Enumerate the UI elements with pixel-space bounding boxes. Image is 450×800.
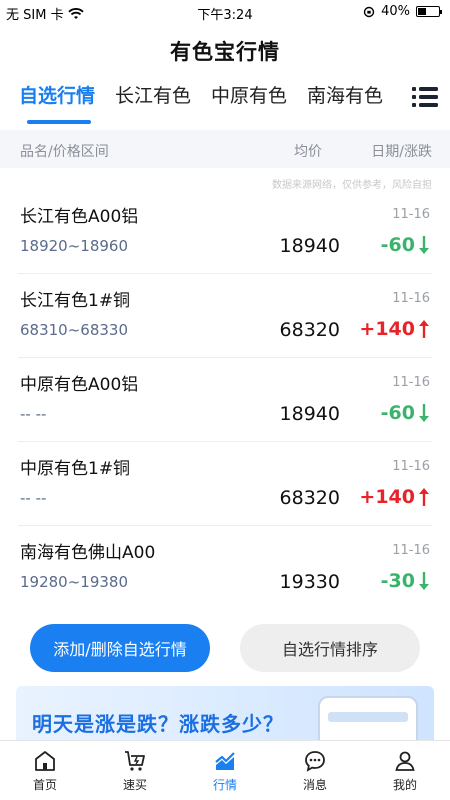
user-icon bbox=[395, 751, 415, 771]
column-name: 品名/价格区间 bbox=[20, 144, 109, 160]
quote-date: 11-16 bbox=[392, 375, 430, 390]
tab-watchlist[interactable]: 自选行情 bbox=[0, 76, 105, 122]
quote-change: -60 bbox=[381, 402, 430, 424]
sort-watchlist-button[interactable]: 自选行情排序 bbox=[240, 624, 420, 672]
phone-illustration-bar bbox=[328, 712, 408, 722]
quote-date: 11-16 bbox=[392, 291, 430, 306]
status-bar: 无 SIM 卡 下午3:24 40% bbox=[0, 0, 450, 24]
market-tabs: 自选行情 长江有色 中原有色 南海有色 bbox=[0, 76, 400, 122]
quote-range: -- -- bbox=[20, 405, 47, 423]
tabbar-label: 首页 bbox=[32, 777, 57, 792]
change-value: -30 bbox=[380, 570, 415, 592]
arrow-icon bbox=[419, 572, 429, 590]
change-value: -60 bbox=[380, 234, 415, 256]
quote-range: 19280~19380 bbox=[20, 573, 129, 591]
change-value: +140 bbox=[359, 486, 415, 508]
banner-text: 明天是涨是跌？涨跌多少？ bbox=[32, 712, 284, 736]
quote-date: 11-16 bbox=[392, 207, 430, 222]
quote-change: +140 bbox=[359, 318, 430, 340]
tabbar-label: 行情 bbox=[212, 777, 237, 792]
page-title: 有色宝行情 bbox=[170, 40, 280, 64]
quote-range: 68310~68330 bbox=[20, 321, 129, 339]
tab-zhongyuan[interactable]: 中原有色 bbox=[201, 76, 297, 122]
quote-date: 11-16 bbox=[392, 543, 430, 558]
message-icon bbox=[305, 750, 325, 772]
tabbar-label: 速买 bbox=[122, 777, 147, 792]
column-date: 日期/涨跌 bbox=[371, 144, 432, 160]
quote-name: 南海有色佛山A00 bbox=[20, 543, 156, 563]
add-remove-watchlist-button[interactable]: 添加/删除自选行情 bbox=[30, 624, 210, 672]
tabbar-home[interactable]: 首页 bbox=[0, 741, 90, 800]
source-note: 数据来源网络，仅供参考，风险自担 bbox=[272, 180, 432, 191]
orientation-lock-icon bbox=[363, 6, 375, 17]
quote-row[interactable]: 长江有色1#铜 11-16 68310~68330 68320 +140 bbox=[18, 274, 432, 358]
arrow-icon bbox=[419, 236, 429, 254]
tabbar-label: 消息 bbox=[302, 777, 327, 792]
quote-price: 68320 bbox=[279, 319, 340, 341]
quote-name: 中原有色1#铜 bbox=[20, 459, 131, 479]
quote-change: -60 bbox=[381, 234, 430, 256]
tab-changjiang[interactable]: 长江有色 bbox=[105, 76, 201, 122]
quote-change: -30 bbox=[381, 570, 430, 592]
battery-icon bbox=[416, 6, 442, 17]
quote-range: 18920~18960 bbox=[20, 237, 129, 255]
tabbar-messages[interactable]: 消息 bbox=[270, 741, 360, 800]
quote-price: 19330 bbox=[279, 571, 340, 593]
active-tab-indicator bbox=[27, 120, 91, 124]
quote-name: 长江有色1#铜 bbox=[20, 291, 131, 311]
change-value: -60 bbox=[380, 402, 415, 424]
quote-name: 长江有色A00铝 bbox=[20, 207, 139, 227]
arrow-icon bbox=[419, 404, 429, 422]
arrow-icon bbox=[419, 488, 429, 506]
tabs-fade bbox=[383, 76, 403, 122]
menu-list-icon[interactable] bbox=[412, 86, 438, 108]
promo-banner[interactable]: 明天是涨是跌？涨跌多少？ bbox=[16, 686, 434, 746]
tabbar-profile[interactable]: 我的 bbox=[360, 741, 450, 800]
tabbar-market[interactable]: 行情 bbox=[180, 741, 270, 800]
quote-row[interactable]: 中原有色A00铝 11-16 -- -- 18940 -60 bbox=[18, 358, 432, 442]
quote-date: 11-16 bbox=[392, 459, 430, 474]
quote-row[interactable]: 长江有色A00铝 11-16 18920~18960 18940 -60 bbox=[18, 190, 432, 274]
change-value: +140 bbox=[359, 318, 415, 340]
tabbar-quickbuy[interactable]: 速买 bbox=[90, 741, 180, 800]
quote-price: 18940 bbox=[279, 403, 340, 425]
battery-percent: 40% bbox=[381, 4, 410, 19]
tab-nanhai[interactable]: 南海有色 bbox=[297, 76, 393, 122]
column-header: 品名/价格区间 均价 日期/涨跌 bbox=[0, 130, 450, 168]
bottom-tab-bar: 首页 速买 行情 消息 我的 bbox=[0, 740, 450, 800]
quote-row[interactable]: 南海有色佛山A00 11-16 19280~19380 19330 -30 bbox=[18, 526, 432, 610]
quote-range: -- -- bbox=[20, 489, 47, 507]
quote-change: +140 bbox=[359, 486, 430, 508]
battery-fill bbox=[418, 8, 426, 15]
status-right: 40% bbox=[363, 4, 442, 19]
quote-list: 长江有色A00铝 11-16 18920~18960 18940 -60 长江有… bbox=[0, 190, 450, 610]
home-icon bbox=[35, 750, 55, 771]
arrow-icon bbox=[419, 320, 429, 338]
cart-icon bbox=[125, 750, 145, 771]
quote-price: 68320 bbox=[279, 487, 340, 509]
quote-row[interactable]: 中原有色1#铜 11-16 -- -- 68320 +140 bbox=[18, 442, 432, 526]
tabbar-label: 我的 bbox=[392, 777, 417, 792]
chart-icon bbox=[215, 751, 235, 770]
column-price: 均价 bbox=[294, 144, 322, 160]
quote-name: 中原有色A00铝 bbox=[20, 375, 139, 395]
quote-price: 18940 bbox=[279, 235, 340, 257]
phone-illustration bbox=[318, 696, 418, 746]
